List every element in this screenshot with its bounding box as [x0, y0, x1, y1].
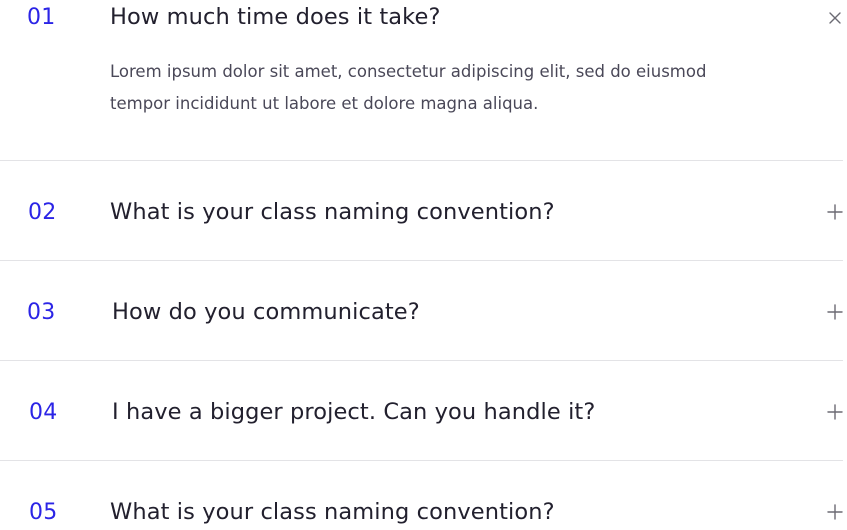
- faq-accordion: 01 How much time does it take? Lorem ips…: [0, 0, 847, 530]
- expand-button[interactable]: [827, 204, 843, 220]
- plus-icon: [827, 504, 843, 520]
- faq-number: 03: [27, 300, 56, 325]
- faq-number: 05: [29, 500, 58, 525]
- faq-number: 02: [28, 200, 57, 225]
- close-icon: [827, 10, 843, 26]
- faq-item-04[interactable]: 04 I have a bigger project. Can you hand…: [0, 361, 843, 460]
- expand-button[interactable]: [827, 304, 843, 320]
- faq-number: 01: [27, 5, 56, 30]
- faq-item-03[interactable]: 03 How do you communicate?: [0, 261, 843, 360]
- faq-item-05[interactable]: 05 What is your class naming convention?: [0, 461, 843, 530]
- faq-question: What is your class naming convention?: [110, 199, 555, 225]
- faq-question: How do you communicate?: [112, 299, 420, 325]
- faq-answer: Lorem ipsum dolor sit amet, consectetur …: [110, 62, 707, 113]
- faq-item-02[interactable]: 02 What is your class naming convention?: [0, 161, 843, 260]
- faq-number: 04: [29, 400, 58, 425]
- plus-icon: [827, 404, 843, 420]
- plus-icon: [827, 204, 843, 220]
- faq-question: I have a bigger project. Can you handle …: [112, 399, 596, 425]
- faq-question: How much time does it take?: [110, 4, 441, 30]
- expand-button[interactable]: [827, 504, 843, 520]
- faq-item-01[interactable]: 01 How much time does it take? Lorem ips…: [0, 0, 843, 160]
- plus-icon: [827, 304, 843, 320]
- collapse-button[interactable]: [827, 10, 843, 26]
- expand-button[interactable]: [827, 404, 843, 420]
- faq-question: What is your class naming convention?: [110, 499, 555, 525]
